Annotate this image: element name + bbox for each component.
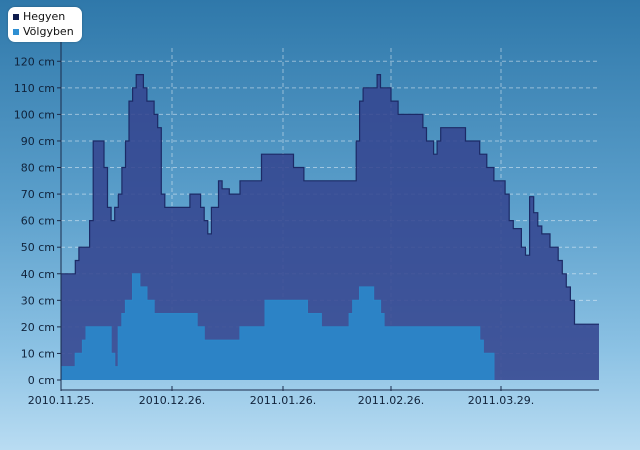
y-tick-label: 100 cm: [14, 108, 55, 121]
legend-label-hegyen: Hegyen: [23, 10, 66, 23]
legend-swatch-volgyben: [13, 28, 19, 35]
y-tick-label: 30 cm: [21, 294, 55, 307]
y-tick-label: 0 cm: [28, 374, 55, 387]
chart-svg: 0 cm 10 cm 20 cm 30 cm 40 cm 50 cm 60 cm 70 cm 8…: [14, 42, 599, 407]
y-tick-label: 10 cm: [21, 347, 55, 360]
y-tick-label: 90 cm: [21, 135, 55, 148]
y-tick-label: 50 cm: [21, 241, 55, 254]
legend-label-volgyben: Völgyben: [23, 25, 74, 38]
legend-item-volgyben: Völgyben: [13, 24, 74, 39]
x-tick-label: 2011.02.26.: [358, 394, 424, 407]
x-tick-label: 2010.11.25.: [28, 394, 94, 407]
y-tick-label: 20 cm: [21, 321, 55, 334]
legend-item-hegyen: Hegyen: [13, 9, 74, 24]
chart-container: 0 cm 10 cm 20 cm 30 cm 40 cm 50 cm 60 cm 70 cm 8…: [0, 0, 640, 450]
x-tick-label: 2010.12.26.: [139, 394, 205, 407]
y-tick-label: 40 cm: [21, 268, 55, 281]
y-tick-label: 60 cm: [21, 215, 55, 228]
y-tick-label: 80 cm: [21, 162, 55, 175]
x-tick-label: 2011.01.26.: [250, 394, 316, 407]
chart-legend: Hegyen Völgyben: [8, 7, 82, 42]
y-tick-label: 70 cm: [21, 188, 55, 201]
x-tick-label: 2011.03.29.: [468, 394, 534, 407]
y-tick-label: 110 cm: [14, 82, 55, 95]
legend-swatch-hegyen: [13, 13, 19, 20]
y-tick-label: 120 cm: [14, 55, 55, 68]
